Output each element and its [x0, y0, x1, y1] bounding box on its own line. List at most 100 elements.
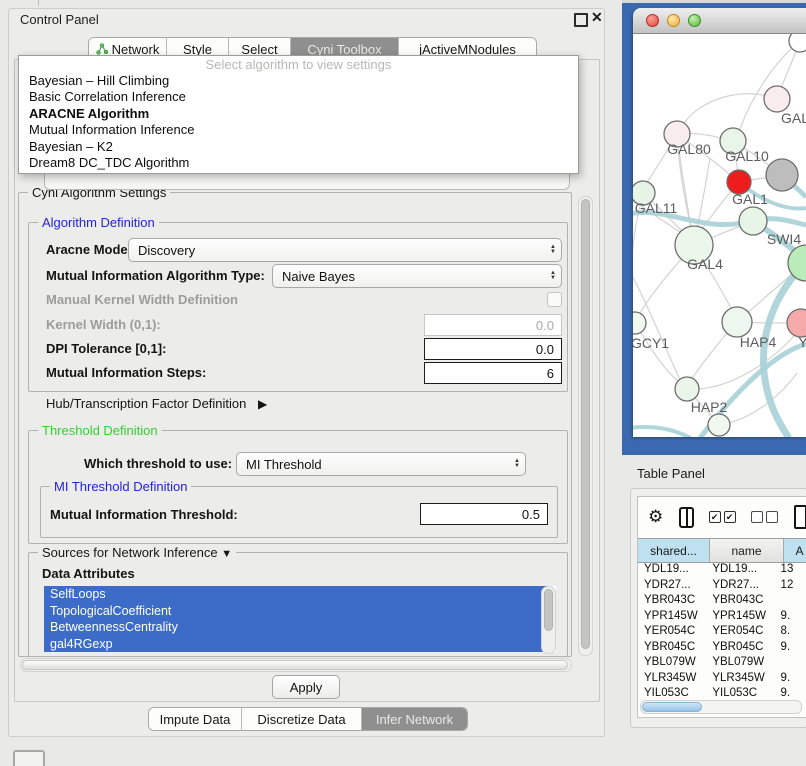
manual-kernel-label: Manual Kernel Width Definition [46, 292, 238, 307]
table-cell: 8. [777, 624, 806, 640]
document-icon[interactable] [794, 505, 806, 529]
checked-box-icon: ✔ [709, 511, 721, 523]
mi-steps-field[interactable]: 6 [424, 362, 562, 384]
table-cell [777, 655, 806, 671]
collapse-arrow-icon[interactable]: ▼ [221, 548, 232, 560]
float-panel-icon[interactable] [574, 13, 588, 27]
table-row[interactable]: YER054CYER054C8. [638, 624, 806, 640]
settings-vertical-scrollbar[interactable] [578, 196, 593, 656]
node-label-gal10: GAL10 [725, 148, 769, 164]
combo-arrows-icon: ▲▼ [550, 245, 556, 255]
split-columns-icon[interactable] [679, 507, 693, 528]
show-all-columns-button[interactable]: ✔ ✔ [709, 511, 736, 523]
settings-horizontal-scrollbar[interactable] [20, 658, 572, 672]
node-label-gal11: GAL11 [635, 200, 678, 216]
table-cell: YDR27... [706, 578, 776, 594]
network-node-gcy1[interactable] [633, 312, 646, 334]
table-row[interactable]: YBR043CYBR043C [638, 593, 806, 609]
tab-impute-data[interactable]: Impute Data [149, 708, 242, 730]
mi-threshold-label: Mutual Information Threshold: [50, 507, 238, 522]
node-label-gal: GAL [781, 110, 806, 126]
hide-all-columns-button[interactable] [751, 511, 778, 523]
node-label-gal4: GAL4 [687, 256, 723, 272]
network-canvas[interactable]: GALGAL80GAL10GAL1GAL11SWI4GAL4GCY1HAP4YH… [633, 34, 806, 437]
column-header-name[interactable]: name [710, 539, 784, 562]
mi-algorithm-type-label: Mutual Information Algorithm Type: [46, 268, 265, 283]
mi-threshold-field[interactable]: 0.5 [420, 503, 548, 525]
close-panel-icon[interactable]: ✕ [591, 9, 603, 26]
attribute-item-selfloops[interactable]: SelfLoops [44, 586, 548, 603]
network-node-bottom-small[interactable] [708, 414, 730, 436]
minimize-window-icon[interactable] [667, 14, 680, 27]
algorithm-option-basic-correlation-inference[interactable]: Basic Correlation Inference [19, 89, 578, 105]
attribute-item-betweennesscentrality[interactable]: BetweennessCentrality [44, 619, 548, 636]
algorithm-option-dream8-dc-tdc-algorithm[interactable]: Dream8 DC_TDC Algorithm [19, 155, 578, 171]
table-body: YDL19...YDL19...13YDR27...YDR27...12YBR0… [638, 562, 806, 700]
table-toolbar: ⚙ ✔ ✔ [638, 497, 806, 537]
table-cell: YBL079W [706, 655, 776, 671]
table-row[interactable]: YPR145WYPR145W9. [638, 609, 806, 625]
table-row[interactable]: YBR045CYBR045C9. [638, 640, 806, 656]
attribute-item-gal4rgexp[interactable]: gal4RGexp [44, 636, 548, 653]
network-node-swi4[interactable] [739, 207, 767, 235]
table-cell: YBR045C [638, 640, 706, 656]
network-node-labels: GALGAL80GAL10GAL1GAL11SWI4GAL4GCY1HAP4YH… [633, 110, 806, 415]
mi-algorithm-type-combobox[interactable]: Naive Bayes ▲▼ [272, 264, 562, 288]
algorithm-option-aracne-algorithm[interactable]: ARACNE Algorithm [19, 106, 578, 122]
network-node-pink-right[interactable] [787, 309, 806, 337]
algorithm-option-bayesian-k2[interactable]: Bayesian – K2 [19, 139, 578, 155]
algorithm-option-bayesian-hill-climbing[interactable]: Bayesian – Hill Climbing [19, 73, 578, 89]
network-node-gal-right[interactable] [764, 86, 790, 112]
attribute-item-topologicalcoefficient[interactable]: TopologicalCoefficient [44, 603, 548, 620]
table-cell [777, 593, 806, 609]
tab-label: Infer Network [376, 712, 453, 727]
column-header-shared[interactable]: shared... [638, 539, 710, 562]
network-node-hap4[interactable] [722, 307, 752, 337]
table-row[interactable]: YBL079WYBL079W [638, 655, 806, 671]
tab-infer-network[interactable]: Infer Network [362, 708, 467, 730]
attributes-list-scrollbar[interactable] [541, 586, 556, 654]
kernel-width-label: Kernel Width (0,1): [46, 317, 161, 332]
table-cell: 9. [777, 640, 806, 656]
table-cell: YER054C [638, 624, 706, 640]
aracne-mode-combobox[interactable]: Discovery ▲▼ [128, 238, 562, 262]
column-header-a[interactable]: A [784, 539, 806, 562]
manual-kernel-checkbox[interactable] [547, 292, 562, 307]
algorithm-option-list: Bayesian – Hill ClimbingBasic Correlatio… [19, 73, 578, 171]
which-threshold-combobox[interactable]: MI Threshold ▲▼ [236, 452, 526, 476]
dpi-tolerance-field[interactable]: 0.0 [424, 338, 562, 360]
table-cell: YBR043C [638, 593, 706, 609]
algorithm-dropdown-placeholder[interactable]: Select algorithm to view settings [19, 56, 578, 73]
node-label-swi4: SWI4 [767, 231, 801, 247]
tab-discretize-data[interactable]: Discretize Data [242, 708, 362, 730]
table-horizontal-scrollbar[interactable] [640, 700, 802, 714]
expand-arrow-icon[interactable]: ▶ [258, 397, 267, 411]
table-row[interactable]: YLR345WYLR345W9. [638, 671, 806, 687]
table-cell: YPR145W [706, 609, 776, 625]
tab-label: Discretize Data [257, 712, 345, 727]
table-cell: YER054C [706, 624, 776, 640]
algorithm-option-mutual-information-inference[interactable]: Mutual Information Inference [19, 122, 578, 138]
table-row[interactable]: YIL053CYIL053C9. [638, 686, 806, 700]
data-attributes-list[interactable]: SelfLoopsTopologicalCoefficientBetweenne… [44, 586, 556, 652]
table-header-row: shared...nameA [638, 538, 806, 563]
table-browser: ⚙ ✔ ✔ shared...nameA YDL19...YDL19...13Y… [637, 496, 806, 718]
algorithm-dropdown[interactable]: Select algorithm to view settings Bayesi… [18, 55, 579, 174]
network-node-top-partial[interactable] [789, 34, 806, 52]
hub-definition-expander[interactable]: Hub/Transcription Factor Definition ▶ [46, 396, 267, 411]
network-window-titlebar[interactable] [633, 8, 806, 34]
kernel-width-field[interactable]: 0.0 [424, 314, 562, 336]
control-panel-title: Control Panel [20, 12, 99, 27]
node-label-gcy1: GCY1 [633, 335, 669, 351]
network-node-big-gray[interactable] [766, 159, 798, 191]
table-row[interactable]: YDL19...YDL19...13 [638, 562, 806, 578]
sources-group-title: Sources for Network Inference ▼ [38, 545, 236, 560]
unchecked-box-icon [751, 511, 763, 523]
gear-icon[interactable]: ⚙ [648, 507, 663, 527]
zoom-window-icon[interactable] [688, 14, 701, 27]
apply-button[interactable]: Apply [272, 675, 340, 699]
network-node-hap2[interactable] [675, 377, 699, 401]
data-attributes-label: Data Attributes [42, 566, 135, 581]
table-row[interactable]: YDR27...YDR27...12 [638, 578, 806, 594]
close-window-icon[interactable] [646, 14, 659, 27]
